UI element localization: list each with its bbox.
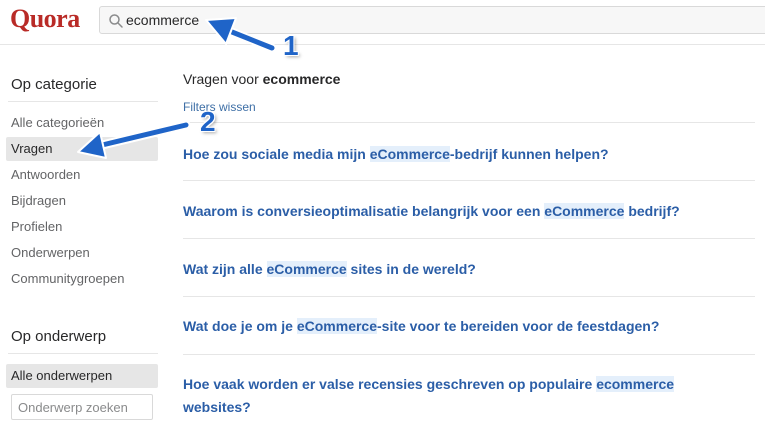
search-match: eCommerce: [544, 203, 625, 219]
search-match: eCommerce: [266, 261, 347, 277]
quora-logo[interactable]: Quora: [10, 4, 80, 34]
category-topics[interactable]: Onderwerpen: [6, 241, 158, 265]
category-all[interactable]: Alle categorieën: [6, 111, 158, 135]
category-heading: Op categorie: [11, 76, 97, 93]
divider: [183, 122, 755, 123]
category-questions[interactable]: Vragen: [6, 137, 158, 161]
results-query: ecommerce: [262, 71, 341, 87]
divider: [183, 296, 755, 297]
divider: [183, 238, 755, 239]
divider: [8, 101, 158, 102]
topic-search-input[interactable]: [11, 394, 153, 420]
divider: [183, 180, 755, 181]
topic-heading: Op onderwerp: [11, 328, 107, 345]
category-profiles[interactable]: Profielen: [6, 215, 158, 239]
category-community-groups[interactable]: Communitygroepen: [6, 267, 158, 291]
question-link[interactable]: Wat doe je om je eCommerce-site voor te …: [183, 315, 743, 338]
search-box[interactable]: [99, 6, 765, 34]
category-answers[interactable]: Antwoorden: [6, 163, 158, 187]
question-link[interactable]: Hoe vaak worden er valse recensies gesch…: [183, 373, 713, 419]
search-input[interactable]: [126, 9, 426, 31]
topic-all[interactable]: Alle onderwerpen: [6, 364, 158, 388]
filter-sidebar: Op categorie Alle categorieën Vragen Ant…: [0, 44, 165, 427]
top-bar: Quora: [0, 0, 765, 45]
question-link[interactable]: Hoe zou sociale media mijn eCommerce-bed…: [183, 143, 743, 166]
search-icon: [109, 14, 123, 28]
callout-number-2: 2: [200, 106, 216, 137]
results-title: Vragen voor ecommerce: [183, 71, 341, 87]
search-match: eCommerce: [296, 318, 377, 334]
question-link[interactable]: Waarom is conversieoptimalisatie belangr…: [183, 200, 743, 223]
search-match: ecommerce: [596, 376, 675, 392]
divider: [8, 353, 158, 354]
divider: [183, 354, 755, 355]
callout-number-1: 1: [283, 30, 299, 61]
question-link[interactable]: Wat zijn alle eCommerce sites in de were…: [183, 258, 743, 281]
search-match: eCommerce: [369, 146, 450, 162]
clear-filters-link[interactable]: Filters wissen: [183, 100, 256, 114]
category-contributions[interactable]: Bijdragen: [6, 189, 158, 213]
search-results: Vragen voor ecommerce Filters wissen Hoe…: [183, 44, 755, 427]
